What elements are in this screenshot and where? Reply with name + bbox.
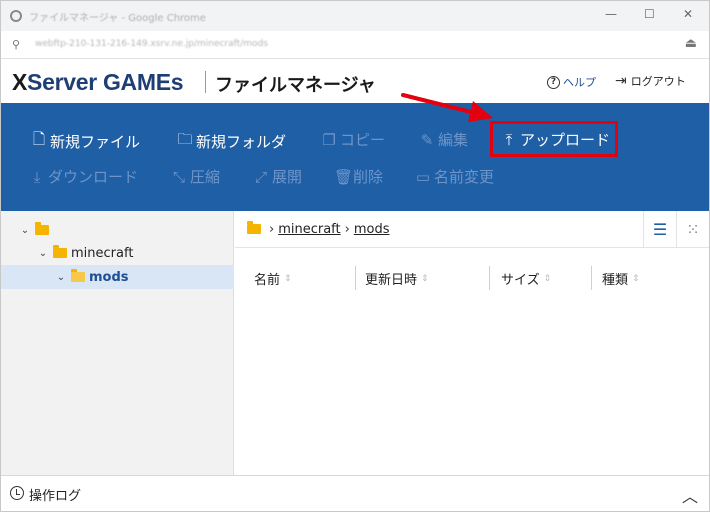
- compress-icon: ⤡: [172, 167, 185, 186]
- chrome-icon: [10, 10, 22, 22]
- sort-icon: ⇕: [632, 273, 640, 284]
- column-name[interactable]: 名前 ⇕: [254, 269, 292, 288]
- folder-icon: [53, 245, 67, 258]
- logout-label: ログアウト: [630, 75, 686, 88]
- extract-icon: ⤢: [254, 167, 267, 186]
- operation-log-label: 操作ログ: [29, 489, 82, 504]
- operation-log-bar[interactable]: 操作ログ ︿: [1, 475, 709, 511]
- column-type[interactable]: 種類 ⇕: [602, 269, 640, 288]
- logout-link[interactable]: ⇥ ログアウト: [615, 73, 686, 89]
- folder-icon[interactable]: [247, 221, 261, 234]
- minimize-icon[interactable]: —: [605, 7, 617, 21]
- file-browser: ⌄ ⌄ minecraft ⌄ mods › minecraft › mods: [1, 211, 709, 475]
- sort-icon: ⇕: [421, 273, 429, 284]
- file-table-header: 名前 ⇕ 更新日時 ⇕ サイズ ⇕ 種類 ⇕: [235, 263, 709, 293]
- header-divider: [205, 71, 206, 93]
- tree-item-minecraft[interactable]: ⌄ minecraft: [1, 241, 234, 265]
- chevron-down-icon[interactable]: ⌄: [19, 225, 31, 236]
- delete-button[interactable]: 🗑 削除: [334, 166, 383, 187]
- breadcrumb-mods[interactable]: mods: [354, 222, 390, 237]
- new-file-icon: 🗋: [32, 130, 46, 148]
- window-title: ファイルマネージャ - Google Chrome: [29, 13, 206, 24]
- compress-button[interactable]: ⤡ 圧縮: [171, 166, 220, 187]
- download-icon: ⤓: [33, 167, 41, 186]
- tree-item-mods[interactable]: ⌄ mods: [1, 265, 234, 289]
- folder-icon: [35, 222, 49, 235]
- column-divider: [489, 266, 490, 290]
- app-header: XServer GAMEs ファイルマネージャ ? ヘルプ ⇥ ログアウト: [1, 59, 709, 103]
- column-divider: [591, 266, 592, 290]
- breadcrumb: › minecraft › mods ☰ ⁙: [235, 211, 709, 248]
- sort-icon: ⇕: [284, 273, 292, 284]
- column-divider: [355, 266, 356, 290]
- upload-highlight-box: [490, 121, 618, 157]
- copy-icon: ❐: [322, 130, 336, 149]
- sort-icon: ⇕: [543, 273, 552, 284]
- address-bar[interactable]: ⚲ webftp-210-131-216-149.xsrv.ne.jp/mine…: [1, 31, 709, 59]
- page-title: ファイルマネージャ: [215, 75, 376, 96]
- new-folder-icon: 🗀: [177, 130, 193, 148]
- close-icon[interactable]: ✕: [683, 7, 693, 21]
- copy-button[interactable]: ❐ コピー: [321, 129, 385, 150]
- url-text[interactable]: webftp-210-131-216-149.xsrv.ne.jp/minecr…: [35, 39, 268, 49]
- column-size[interactable]: サイズ ⇕: [501, 269, 551, 288]
- new-file-button[interactable]: 🗋 新規ファイル: [31, 129, 140, 154]
- logout-icon: ⇥: [615, 73, 627, 89]
- list-view-icon[interactable]: ☰: [643, 211, 676, 248]
- browser-window: ファイルマネージャ - Google Chrome — ☐ ✕ ⚲ webftp…: [0, 0, 710, 512]
- action-toolbar: 🗋 新規ファイル 🗀 新規フォルダ ❐ コピー ✎ 編集 ⤒ アップロード ⤓ …: [1, 103, 709, 211]
- extract-button[interactable]: ⤢ 展開: [253, 166, 302, 187]
- view-toggle: ☰ ⁙: [643, 211, 709, 248]
- tree-item-root[interactable]: ⌄: [1, 218, 234, 242]
- xserver-games-logo: XServer GAMEs: [12, 69, 184, 95]
- download-button[interactable]: ⤓ ダウンロード: [29, 166, 138, 187]
- help-icon: ?: [547, 75, 560, 89]
- chevron-right-icon: ›: [344, 221, 350, 237]
- rename-icon: ▭: [415, 167, 431, 186]
- maximize-icon[interactable]: ☐: [644, 7, 655, 21]
- edit-button[interactable]: ✎ 編集: [419, 129, 468, 150]
- chevron-right-icon: ›: [269, 221, 275, 237]
- grid-view-icon[interactable]: ⁙: [676, 211, 709, 248]
- chevron-down-icon[interactable]: ⌄: [55, 272, 67, 283]
- clock-icon: [10, 486, 24, 500]
- help-link[interactable]: ? ヘルプ: [547, 74, 596, 90]
- column-modified[interactable]: 更新日時 ⇕: [365, 269, 429, 288]
- rename-button[interactable]: ▭ 名前変更: [415, 166, 494, 187]
- folder-tree: ⌄ ⌄ minecraft ⌄ mods: [1, 211, 234, 475]
- tune-icon[interactable]: ⚲: [12, 38, 20, 51]
- breadcrumb-minecraft[interactable]: minecraft: [278, 222, 340, 237]
- pointer-arrow-icon: [401, 93, 493, 122]
- new-folder-button[interactable]: 🗀 新規フォルダ: [177, 129, 286, 154]
- window-titlebar: ファイルマネージャ - Google Chrome — ☐ ✕: [1, 1, 709, 31]
- share-icon[interactable]: ⏏: [685, 36, 697, 51]
- help-label: ヘルプ: [563, 76, 596, 89]
- trash-icon: 🗑: [334, 167, 354, 186]
- chevron-up-icon[interactable]: ︿: [682, 483, 698, 507]
- chevron-down-icon[interactable]: ⌄: [37, 248, 49, 259]
- pencil-icon: ✎: [420, 130, 434, 149]
- folder-open-icon: [71, 269, 85, 282]
